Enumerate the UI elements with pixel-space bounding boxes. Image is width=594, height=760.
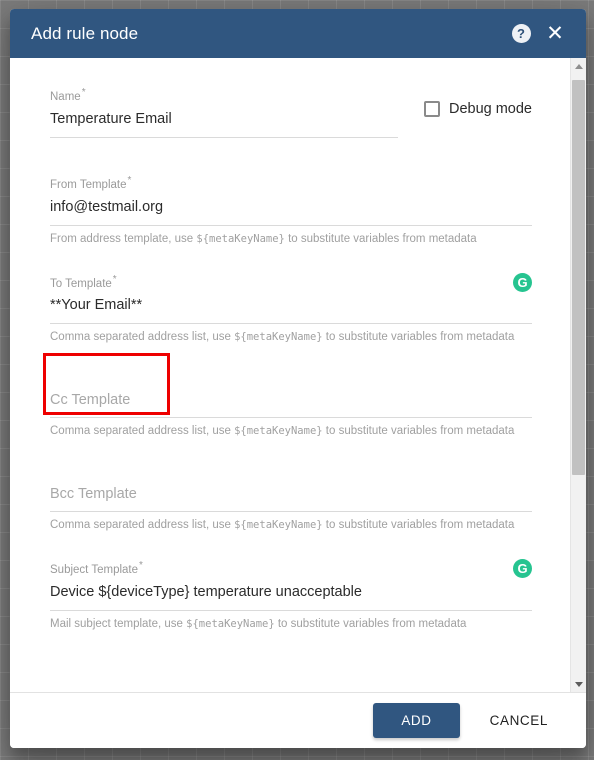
cc-template-input[interactable]: Cc Template [50,390,503,410]
bcc-template-badge-slot [513,465,532,484]
from-template-hint: From address template, use ${metaKeyName… [50,232,477,245]
name-field-wrapper[interactable]: Name* Temperature Email [50,86,398,138]
page-title: Add rule node [31,23,139,43]
name-underline [50,136,398,138]
help-button[interactable]: ? [504,17,538,51]
close-icon: ✕ [546,22,564,45]
subject-template-hint-code: ${metaKeyName} [186,618,275,631]
add-button[interactable]: ADD [373,703,460,738]
to-template-field-wrapper[interactable]: To Template* **Your Email** [50,273,503,317]
bcc-template-input[interactable]: Bcc Template [50,484,503,504]
subject-template-required-star: * [139,560,143,572]
subject-template-field-wrapper[interactable]: Subject Template* Device ${deviceType} t… [50,559,503,603]
from-template-required-star: * [127,174,132,186]
scrollbar-thumb[interactable] [572,80,585,475]
subject-template-label: Subject Template* [50,560,143,577]
chevron-up-icon [574,63,583,69]
from-template-badge-slot [513,174,532,193]
cc-template-badge-slot [513,371,532,390]
subject-template-input[interactable]: Device ${deviceType} temperature unaccep… [50,582,503,603]
cc-template-hint-code: ${metaKeyName} [234,425,323,438]
bcc-template-hint-code: ${metaKeyName} [234,519,323,532]
to-template-required-star: * [112,273,117,285]
field-from-template-block: From Template* info@testmail.org From ad… [50,174,532,247]
to-template-label: To Template* [50,273,117,290]
debug-mode-label: Debug mode [448,101,532,117]
field-bcc-template-block: Bcc Template Bcc Template Comma separate… [50,465,532,533]
from-template-input[interactable]: info@testmail.org [50,197,503,218]
field-to-template-block: To Template* **Your Email** G Comma sepa… [50,272,532,346]
name-label: Name* [50,87,86,103]
to-template-hint-code: ${metaKeyName} [234,331,323,344]
from-template-label: From Template* [50,174,132,191]
debug-mode-checkbox[interactable]: Debug mode [423,86,532,117]
field-cc-template-block: Cc Template Cc Template Comma separated … [50,371,532,439]
name-input[interactable]: Temperature Email [50,109,398,130]
cc-template-field-wrapper[interactable]: Cc Template Cc Template [50,371,503,410]
dialog-body: Name* Temperature Email Debug mode From … [10,58,586,693]
bcc-template-hint: Comma separated address list, use ${meta… [50,519,515,532]
add-rule-node-dialog: Add rule node ? ✕ Name* Temperature Emai… [10,9,586,748]
cancel-button[interactable]: CANCEL [474,703,564,738]
dialog-header: Add rule node ? ✕ [10,9,586,58]
to-template-input[interactable]: **Your Email** [50,295,503,316]
help-circle-icon: ? [511,24,531,43]
cc-template-hint: Comma separated address list, use ${meta… [50,425,515,438]
name-required-star: * [81,87,86,98]
scroll-up-button[interactable] [571,58,586,74]
checkbox-icon[interactable] [423,101,440,117]
from-template-field-wrapper[interactable]: From Template* info@testmail.org [50,174,503,218]
field-subject-template-block: Subject Template* Device ${deviceType} t… [50,559,532,632]
chevron-down-icon [574,681,583,687]
to-template-suggestion-icon[interactable]: G [513,272,532,292]
dialog-footer: ADD CANCEL [10,693,586,748]
from-template-hint-code: ${metaKeyName} [196,232,285,245]
subject-template-suggestion-icon[interactable]: G [513,559,532,579]
form-scroll-area: Name* Temperature Email Debug mode From … [10,58,570,692]
vertical-scrollbar[interactable] [570,58,586,692]
scroll-down-button[interactable] [571,676,586,692]
to-template-hint: Comma separated address list, use ${meta… [50,331,515,344]
close-button[interactable]: ✕ [538,17,572,51]
bcc-template-field-wrapper[interactable]: Bcc Template Bcc Template [50,465,503,504]
subject-template-hint: Mail subject template, use ${metaKeyName… [50,618,467,631]
field-name-block: Name* Temperature Email Debug mode [50,86,532,138]
